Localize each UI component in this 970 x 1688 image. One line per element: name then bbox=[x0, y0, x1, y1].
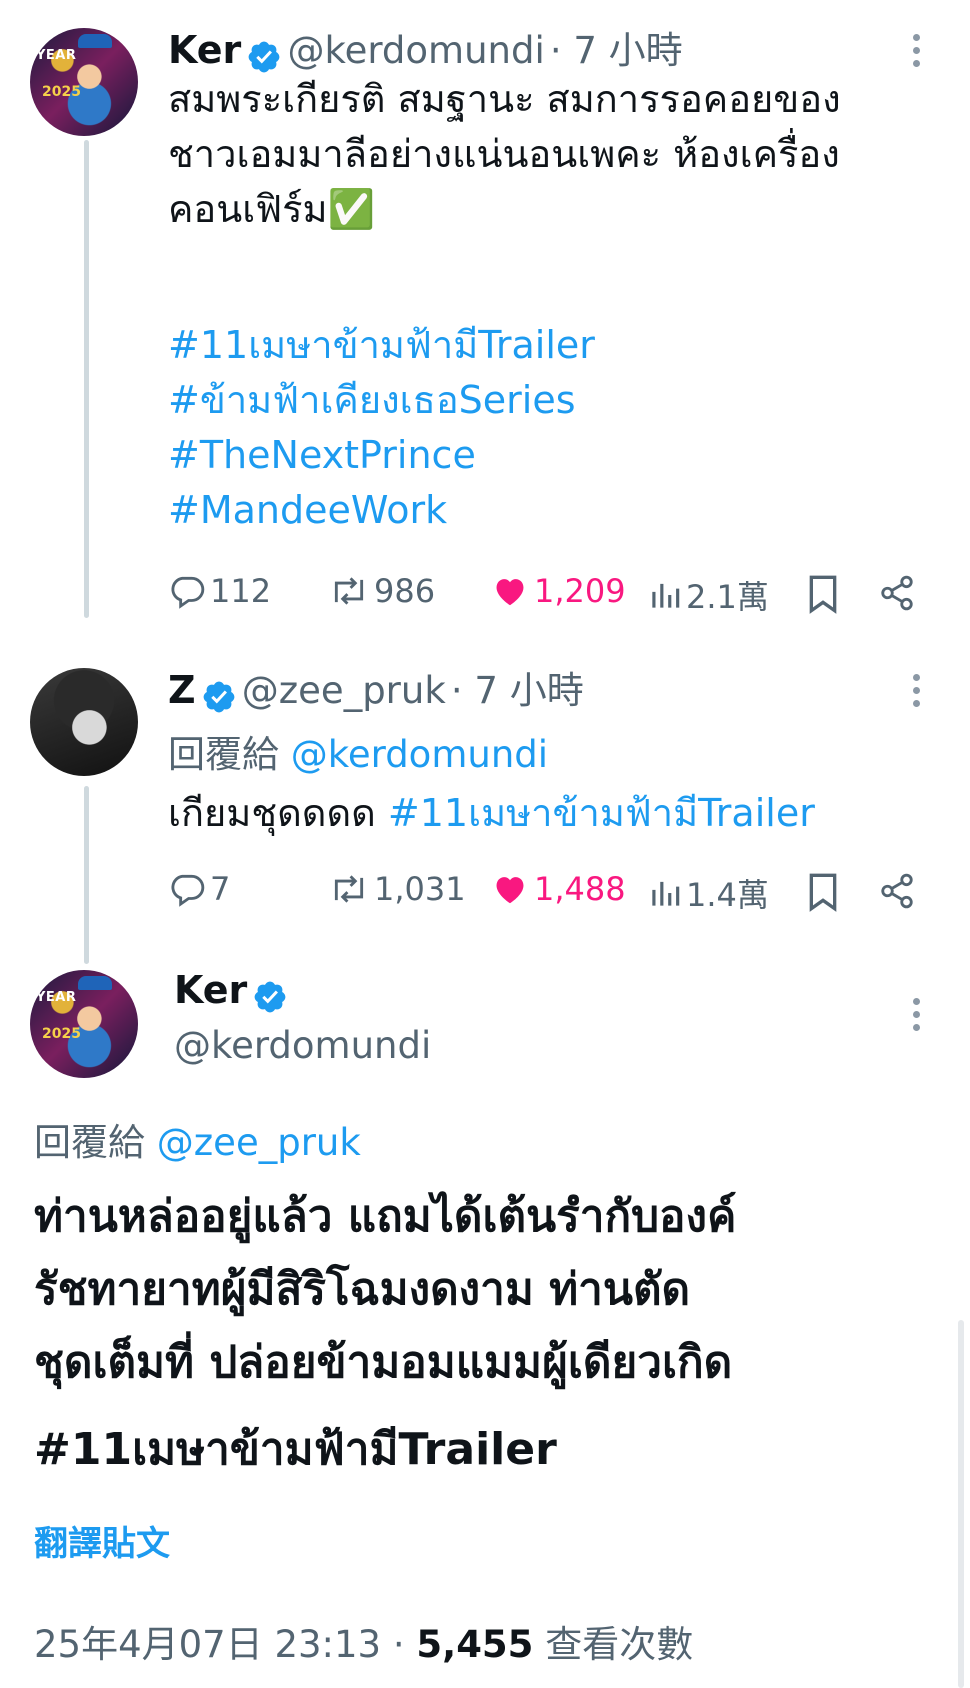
handle[interactable]: @kerdomundi bbox=[174, 1024, 431, 1067]
avatar[interactable]: YEAR 2025 bbox=[30, 970, 138, 1078]
avatar[interactable]: YEAR 2025 bbox=[30, 28, 138, 136]
share-button[interactable] bbox=[878, 872, 916, 910]
thread-line bbox=[84, 140, 89, 618]
views-icon bbox=[652, 583, 680, 608]
retweet-icon bbox=[334, 875, 364, 903]
reply-mention[interactable]: @zee_pruk bbox=[157, 1121, 361, 1164]
reply-context: 回覆給 @zee_pruk bbox=[34, 1112, 361, 1166]
reply-button[interactable]: 7 bbox=[168, 870, 230, 908]
avatar-year: 2025 bbox=[42, 84, 81, 100]
tweet-text: ท่านหล่ออยู่แล้ว แถมได้เต้นรำกับองค์ รัช… bbox=[34, 1191, 737, 1388]
views-button[interactable]: 2.1萬 bbox=[648, 572, 769, 618]
tweet-header: Z @zee_pruk · 7 小時 bbox=[168, 660, 584, 719]
more-dots-icon[interactable] bbox=[911, 998, 921, 1031]
hashtag-link[interactable]: #11เมษาข้ามฟ้ามีTrailer bbox=[168, 318, 595, 373]
view-count: 1.4萬 bbox=[686, 876, 769, 914]
retweet-button[interactable]: 986 bbox=[328, 572, 435, 610]
display-name[interactable]: Ker bbox=[168, 28, 241, 72]
reply-mention[interactable]: @kerdomundi bbox=[291, 733, 548, 776]
more-dots-icon[interactable] bbox=[911, 674, 921, 707]
share-icon bbox=[881, 575, 913, 611]
share-icon bbox=[881, 873, 913, 909]
retweet-icon bbox=[334, 577, 364, 605]
post-timestamp[interactable]: 25年4月07日 23:13 bbox=[34, 1623, 381, 1666]
tweet-header: Ker @kerdomundi · 7 小時 bbox=[168, 20, 683, 79]
timestamp[interactable]: · 7 小時 bbox=[451, 669, 584, 712]
retweet-count: 1,031 bbox=[374, 870, 466, 908]
reply-prefix: 回覆給 bbox=[34, 1121, 145, 1164]
views-icon bbox=[652, 881, 680, 906]
bookmark-button[interactable] bbox=[806, 872, 840, 912]
like-button[interactable]: 1,488 bbox=[490, 870, 626, 908]
translate-post-link[interactable]: 翻譯貼文 bbox=[34, 1516, 170, 1565]
avatar-year-label: YEAR bbox=[36, 990, 77, 1005]
reply-prefix: 回覆給 bbox=[168, 733, 279, 776]
tweet-header: Ker bbox=[174, 968, 288, 1019]
reply-icon bbox=[171, 576, 205, 609]
hashtag-link[interactable]: #ข้ามฟ้าเคียงเธอSeries bbox=[168, 373, 595, 428]
hashtag-link[interactable]: #11เมษาข้ามฟ้ามีTrailer bbox=[388, 791, 815, 835]
post-view-label: 查看次數 bbox=[545, 1623, 694, 1666]
timestamp[interactable]: · 7 小時 bbox=[550, 29, 683, 72]
reply-count: 7 bbox=[210, 870, 231, 908]
tweet-text: สมพระเกียรติ สมฐานะ สมการรอคอยของ ชาวเอม… bbox=[168, 77, 841, 231]
tweet-text: เกียมชุดดดด #11เมษาข้ามฟ้ามีTrailer bbox=[168, 786, 815, 841]
bookmark-button[interactable] bbox=[806, 574, 840, 614]
post-view-count: 5,455 bbox=[416, 1623, 534, 1666]
handle[interactable]: @kerdomundi bbox=[287, 29, 544, 72]
avatar-hat bbox=[78, 34, 112, 48]
like-icon bbox=[496, 877, 524, 904]
share-button[interactable] bbox=[878, 574, 916, 612]
meta-separator: · bbox=[392, 1623, 405, 1666]
reply-button[interactable]: 112 bbox=[168, 572, 271, 610]
avatar[interactable] bbox=[30, 668, 138, 776]
avatar-year-label: YEAR bbox=[36, 48, 77, 63]
reply-icon bbox=[171, 874, 205, 907]
display-name[interactable]: Z bbox=[168, 668, 196, 712]
like-count: 1,209 bbox=[534, 572, 626, 610]
tweet-text-body: เกียมชุดดดด bbox=[168, 791, 376, 835]
hashtag-link[interactable]: #MandeeWork bbox=[168, 483, 595, 538]
thread-line bbox=[84, 786, 89, 964]
handle[interactable]: @zee_pruk bbox=[242, 669, 446, 712]
hashtag-list: #11เมษาข้ามฟ้ามีTrailer #ข้ามฟ้าเคียงเธอ… bbox=[168, 318, 595, 538]
views-button[interactable]: 1.4萬 bbox=[648, 870, 769, 916]
view-count: 2.1萬 bbox=[686, 578, 769, 616]
retweet-button[interactable]: 1,031 bbox=[328, 870, 466, 908]
reply-context: 回覆給 @kerdomundi bbox=[168, 724, 548, 778]
post-meta: 25年4月07日 23:13 · 5,455 查看次數 bbox=[34, 1614, 693, 1668]
avatar-hat bbox=[78, 976, 112, 990]
reply-count: 112 bbox=[210, 572, 272, 610]
scrollbar[interactable] bbox=[958, 1320, 964, 1688]
avatar-year: 2025 bbox=[42, 1026, 81, 1042]
hashtag-link[interactable]: #11เมษาข้ามฟ้ามีTrailer bbox=[34, 1413, 557, 1486]
more-dots-icon[interactable] bbox=[911, 34, 921, 67]
bookmark-icon bbox=[809, 575, 837, 614]
like-icon bbox=[496, 579, 524, 606]
display-name[interactable]: Ker bbox=[174, 968, 247, 1012]
like-button[interactable]: 1,209 bbox=[490, 572, 626, 610]
bookmark-icon bbox=[809, 873, 837, 912]
hashtag-link[interactable]: #TheNextPrince bbox=[168, 428, 595, 483]
retweet-count: 986 bbox=[374, 572, 436, 610]
like-count: 1,488 bbox=[534, 870, 626, 908]
verified-badge-icon bbox=[252, 979, 288, 1019]
verified-badge-icon bbox=[201, 679, 237, 719]
